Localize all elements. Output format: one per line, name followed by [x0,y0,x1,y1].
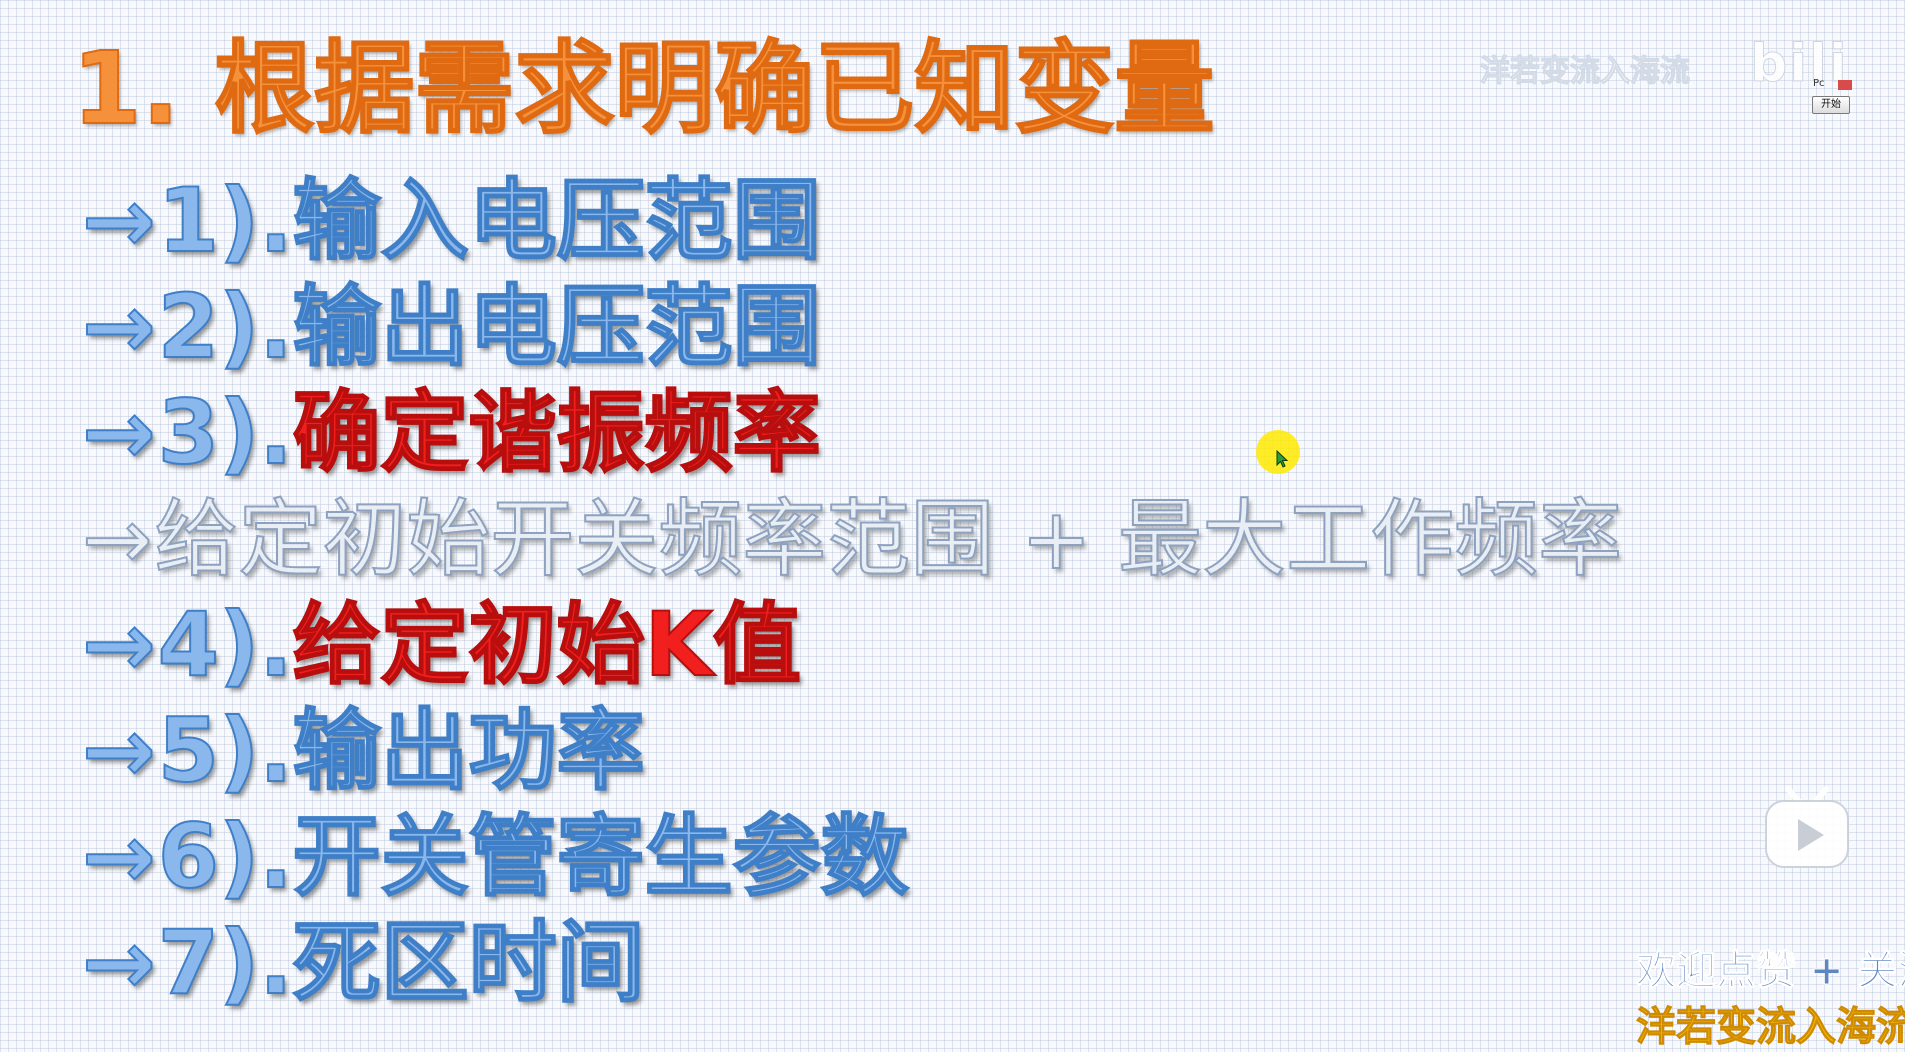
item-number: 2). [157,275,294,378]
item-text: 输出电压范围 [292,275,822,378]
mouse-cursor-icon [1276,450,1288,468]
brand-caption: 洋若变流入海流 [1636,1004,1905,1051]
cursor-highlight [1256,430,1300,474]
item-number: 3). [157,381,294,484]
arrow-icon: → [81,699,157,802]
play-button[interactable] [1762,785,1852,871]
item-number: 7). [157,911,294,1014]
list-subitem: → 给定初始开关频率范围 + 最大工作频率 [81,486,1623,592]
item-number: 4). [157,593,294,696]
arrow-icon: → [81,275,157,378]
subitem-text: 给定初始开关频率范围 + 最大工作频率 [153,490,1623,588]
follow-prompt: 欢迎点赞 + 关注 [1635,948,1905,995]
list-item: → 1). 输入电压范围 [81,168,1622,274]
list-item: → 7). 死区时间 [81,910,1622,1016]
start-button[interactable]: 开始 [1812,96,1850,114]
list-item: → 4). 给定初始K值 [81,592,1622,698]
item-text: 输入电压范围 [292,169,822,272]
item-number: 6). [157,805,294,908]
arrow-icon: → [81,911,157,1014]
arrow-icon: → [81,169,157,272]
item-list: → 1). 输入电压范围 → 2). 输出电压范围 → 3). 确定谐振频率 →… [81,168,1623,1016]
list-item: → 6). 开关管寄生参数 [81,804,1622,910]
item-text-highlight: 给定初始K值 [292,593,802,696]
channel-watermark: 洋若变流入海流 [1480,54,1691,90]
widget-code: Pc [1813,78,1825,89]
item-text: 输出功率 [292,699,646,802]
presentation-slide: 1. 根据需求明确已知变量 → 1). 输入电压范围 → 2). 输出电压范围 … [0,0,1905,1028]
item-text: 死区时间 [292,911,646,1014]
arrow-icon: → [81,490,153,588]
arrow-icon: → [81,805,157,908]
arrow-icon: → [81,593,157,696]
list-item: → 2). 输出电压范围 [81,274,1622,380]
item-text: 开关管寄生参数 [292,805,910,908]
list-item: → 3). 确定谐振频率 [81,380,1622,486]
play-button-icon [1765,786,1849,868]
flag-icon [1838,80,1852,90]
mini-toolbar-widget: Pc 开始 [1810,76,1854,116]
item-number: 5). [157,699,294,802]
list-item: → 5). 输出功率 [81,698,1622,804]
item-text-highlight: 确定谐振频率 [292,381,822,484]
slide-title: 1. 根据需求明确已知变量 [71,30,1215,147]
arrow-icon: → [81,381,157,484]
item-number: 1). [157,169,294,272]
